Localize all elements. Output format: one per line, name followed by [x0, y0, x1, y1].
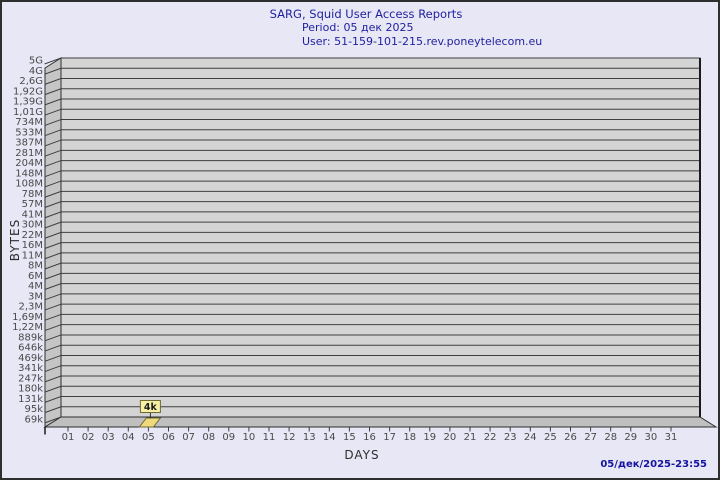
x-tick-label: 05 [142, 432, 155, 443]
x-tick-label: 30 [645, 432, 658, 443]
y-axis-title: BYTES [8, 218, 22, 262]
x-axis-title: DAYS [344, 448, 380, 462]
x-tick-label: 03 [102, 432, 115, 443]
x-tick-label: 29 [624, 432, 637, 443]
x-tick-label: 02 [82, 432, 95, 443]
x-tick-label: 31 [665, 432, 678, 443]
plot-side-wall [44, 57, 62, 428]
x-tick-label: 24 [524, 432, 537, 443]
sarg-report-page: 5G 4G 2,6G 1,92G 1,39G 1,01G 734M 533M 387M 281M 2… [0, 0, 720, 480]
x-tick-label: 04 [122, 432, 135, 443]
report-title: SARG, Squid User Access Reports [269, 7, 463, 21]
x-tick-label: 18 [403, 432, 416, 443]
x-tick-label: 27 [584, 432, 597, 443]
report-period: Period: 05 дек 2025 [302, 21, 414, 34]
x-tick-label: 15 [343, 432, 356, 443]
y-tick-label: 69k [24, 415, 43, 426]
x-tick-label: 12 [283, 432, 296, 443]
x-tick-label: 19 [423, 432, 436, 443]
x-tick-label: 28 [604, 432, 617, 443]
x-tick-label: 21 [464, 432, 477, 443]
report-user: User: 51-159-101-215.rev.poneytelecom.eu [302, 35, 543, 48]
x-tick-label: 07 [182, 432, 195, 443]
report-header: SARG, Squid User Access Reports Period: … [14, 7, 718, 49]
x-tick-label: 17 [383, 432, 396, 443]
x-tick-label: 16 [363, 432, 376, 443]
bar-value-label: 4k [144, 402, 158, 413]
x-tick-label: 06 [162, 432, 175, 443]
bar-chart: 5G4G2,6G1,92G1,39G1,01G734M533M387M281M2… [12, 56, 718, 443]
x-tick-label: 14 [323, 432, 336, 443]
x-tick-label: 01 [62, 432, 75, 443]
x-tick-label: 08 [202, 432, 215, 443]
x-tick-label: 11 [263, 432, 276, 443]
x-tick-label: 13 [303, 432, 316, 443]
x-tick-label: 09 [222, 432, 235, 443]
x-tick-label: 26 [564, 432, 577, 443]
x-tick-label: 22 [484, 432, 497, 443]
x-tick-label: 20 [444, 432, 457, 443]
generated-timestamp: 05/дек/2025-23:55 [600, 459, 707, 470]
x-tick-label: 23 [504, 432, 517, 443]
x-tick-label: 25 [544, 432, 557, 443]
plot-back-wall [60, 57, 701, 418]
x-tick-label: 10 [243, 432, 256, 443]
